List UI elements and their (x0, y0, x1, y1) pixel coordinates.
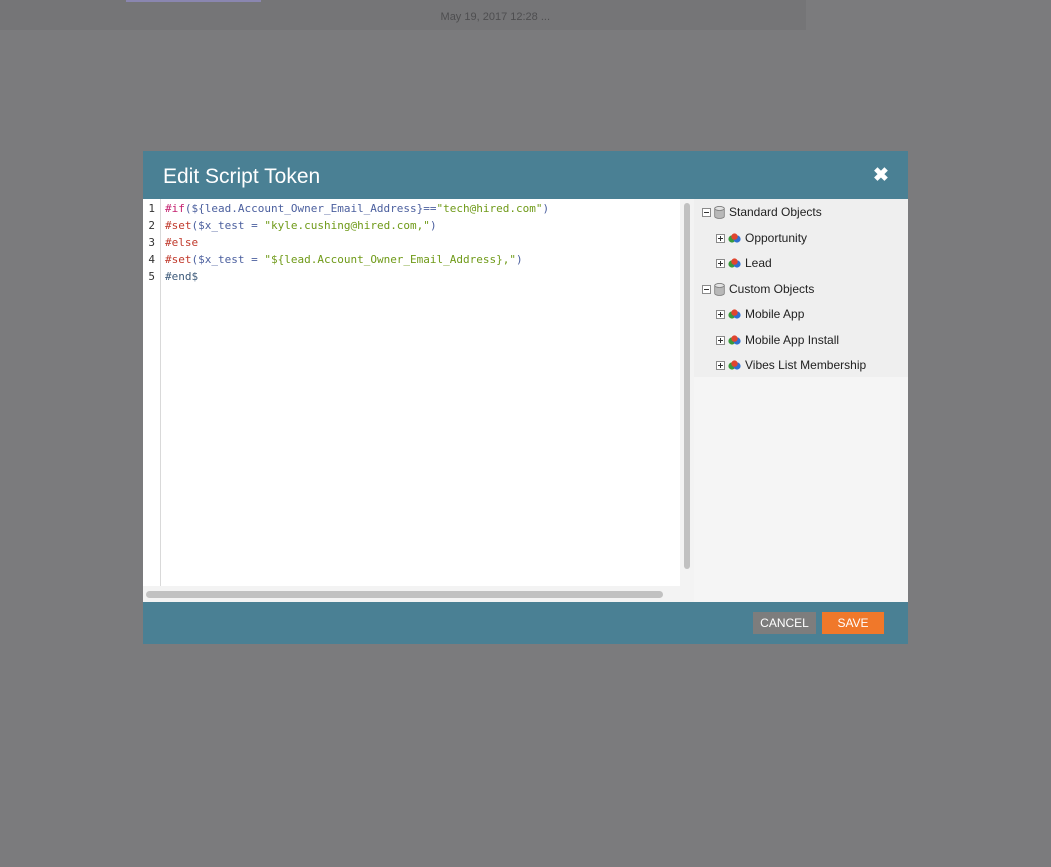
code-token: #else (165, 236, 199, 249)
code-token: ) (429, 219, 437, 232)
database-icon (714, 282, 729, 296)
code-token: ) (542, 202, 550, 215)
code-line: #else (165, 234, 198, 251)
tree-item-label: Mobile App (745, 307, 805, 321)
code-token: $x_test (198, 219, 245, 232)
tree-item-label: Mobile App Install (745, 333, 840, 347)
tree-item-label: Opportunity (745, 231, 808, 245)
code-token: = (244, 253, 265, 266)
code-line: #set($x_test = "kyle.cushing@hired.com,"… (165, 217, 437, 234)
dialog-body: 1 2 3 4 5 #if(${lead.Account_Owner_Email_Add… (143, 199, 908, 602)
object-icon (728, 335, 745, 345)
code-token: ( (184, 202, 192, 215)
tree-item-mobile-app-install[interactable]: Mobile App Install (716, 331, 839, 349)
background-timestamp: May 19, 2017 12:28 ... (440, 11, 550, 23)
code-token: ) (516, 253, 523, 266)
object-icon (728, 360, 745, 370)
vertical-scrollbar[interactable] (680, 199, 694, 586)
expand-toggle-icon[interactable] (716, 309, 725, 319)
dialog-title: Edit Script Token (163, 165, 321, 188)
code-token: $x_test (198, 253, 245, 266)
close-icon[interactable]: ✖ (872, 166, 890, 185)
code-token: #end$ (165, 270, 199, 283)
background-tab-indicator (126, 0, 261, 2)
vertical-scroll-thumb[interactable] (684, 203, 690, 569)
line-number: 1 (148, 202, 155, 215)
dialog-footer: CANCEL SAVE (143, 602, 908, 644)
edit-script-token-dialog: Edit Script Token ✖ 1 2 3 4 5 #if(${lead.Acc… (143, 151, 908, 644)
tree-item-label: Vibes List Membership (745, 358, 867, 372)
object-tree: Standard Objects Opportunity Lead Custom Ob… (694, 199, 908, 377)
line-number: 2 (148, 219, 155, 232)
object-icon (728, 258, 745, 268)
code-token: "kyle.cushing@hired.com," (264, 219, 430, 232)
code-line: #end$ (165, 268, 198, 285)
tree-item-opportunity[interactable]: Opportunity (716, 229, 807, 247)
collapse-toggle-icon[interactable] (702, 207, 711, 217)
code-token: = (244, 219, 265, 232)
code-token: ${lead.Account_Owner_Email_Address} (191, 202, 424, 215)
line-number: 4 (148, 253, 155, 266)
database-icon (714, 205, 729, 219)
tree-group-label: Standard Objects (729, 205, 822, 219)
code-line: #set($x_test = "${lead.Account_Owner_Ema… (165, 251, 523, 268)
tree-item-label: Lead (745, 256, 772, 270)
tree-group-label: Custom Objects (729, 282, 815, 296)
code-token: #set (165, 219, 192, 232)
code-token: #if (165, 202, 185, 215)
code-token: "tech@hired.com" (436, 202, 543, 215)
code-token: == (423, 202, 437, 215)
tree-group-custom-objects[interactable]: Custom Objects (702, 280, 814, 298)
line-number: 3 (148, 236, 155, 249)
object-icon (728, 309, 745, 319)
code-text-area[interactable]: #if(${lead.Account_Owner_Email_Address}=… (161, 199, 681, 586)
line-number: 5 (148, 270, 155, 283)
code-token: #set (165, 253, 192, 266)
object-icon (728, 233, 745, 243)
script-editor[interactable]: 1 2 3 4 5 #if(${lead.Account_Owner_Email_Add… (143, 199, 694, 602)
tree-item-vibes-list-membership[interactable]: Vibes List Membership (716, 356, 866, 374)
background-page-header: May 19, 2017 12:28 ... (0, 0, 806, 30)
cancel-button[interactable]: CANCEL (753, 612, 816, 634)
code-line: #if(${lead.Account_Owner_Email_Address}=… (165, 200, 549, 217)
horizontal-scrollbar[interactable] (143, 586, 694, 602)
expand-toggle-icon[interactable] (716, 335, 725, 345)
tree-item-mobile-app[interactable]: Mobile App (716, 305, 804, 323)
object-tree-panel: Standard Objects Opportunity Lead Custom Ob… (694, 199, 908, 602)
line-number-gutter: 1 2 3 4 5 (143, 199, 161, 586)
expand-toggle-icon[interactable] (716, 258, 725, 268)
code-token: "${lead.Account_Owner_Email_Address}," (264, 253, 517, 266)
expand-toggle-icon[interactable] (716, 360, 725, 370)
collapse-toggle-icon[interactable] (702, 284, 711, 294)
expand-toggle-icon[interactable] (716, 233, 725, 243)
tree-item-lead[interactable]: Lead (716, 254, 772, 272)
tree-group-standard-objects[interactable]: Standard Objects (702, 203, 822, 221)
horizontal-scroll-thumb[interactable] (146, 591, 663, 598)
save-button[interactable]: SAVE (822, 612, 884, 634)
